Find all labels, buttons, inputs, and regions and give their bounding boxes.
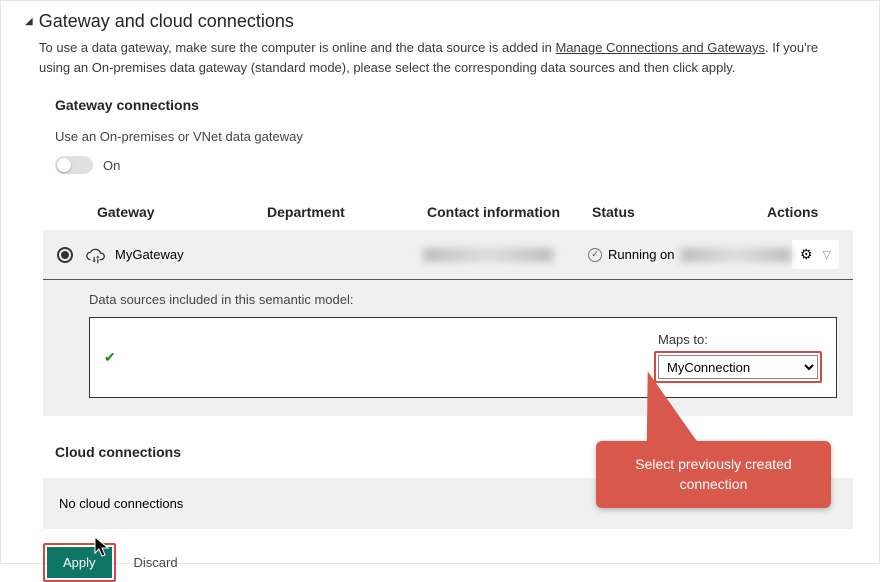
maps-to-label: Maps to: [654, 332, 708, 347]
annotation-callout: Select previously created connection [596, 441, 831, 508]
section-description: To use a data gateway, make sure the com… [25, 38, 851, 77]
section-header[interactable]: ◢ Gateway and cloud connections [25, 11, 851, 32]
apply-button[interactable]: Apply [47, 547, 112, 578]
gateway-connections-heading: Gateway connections [55, 97, 851, 113]
toggle-label: On [103, 158, 120, 173]
section-title: Gateway and cloud connections [39, 11, 294, 32]
gear-icon[interactable]: ⚙ [800, 246, 813, 263]
gateway-radio[interactable] [57, 247, 73, 263]
gateway-hint: Use an On-premises or VNet data gateway [55, 129, 851, 144]
check-icon: ✓ [588, 248, 602, 262]
gateway-status: ✓ Running on [588, 247, 792, 262]
chevron-down-icon[interactable]: ▽ [823, 248, 831, 261]
discard-button[interactable]: Discard [134, 555, 178, 570]
data-source-row: ✔ Maps to: MyConnection [89, 317, 837, 398]
contact-info-redacted [423, 248, 553, 262]
apply-highlight: Apply [43, 543, 116, 582]
collapse-icon: ◢ [25, 16, 33, 27]
check-circle-icon: ✔ [104, 349, 116, 366]
data-sources-label: Data sources included in this semantic m… [43, 280, 853, 317]
gateway-name: MyGateway [115, 247, 263, 262]
gateway-toggle[interactable] [55, 156, 93, 174]
manage-connections-link[interactable]: Manage Connections and Gateways [555, 40, 765, 55]
cloud-sync-icon [85, 246, 107, 264]
gateway-actions: ⚙ ▽ [792, 240, 839, 269]
status-host-redacted [681, 248, 791, 262]
gateway-row[interactable]: MyGateway ✓ Running on ⚙ ▽ [43, 230, 853, 280]
gateway-table-header: Gateway Department Contact information S… [55, 196, 851, 230]
